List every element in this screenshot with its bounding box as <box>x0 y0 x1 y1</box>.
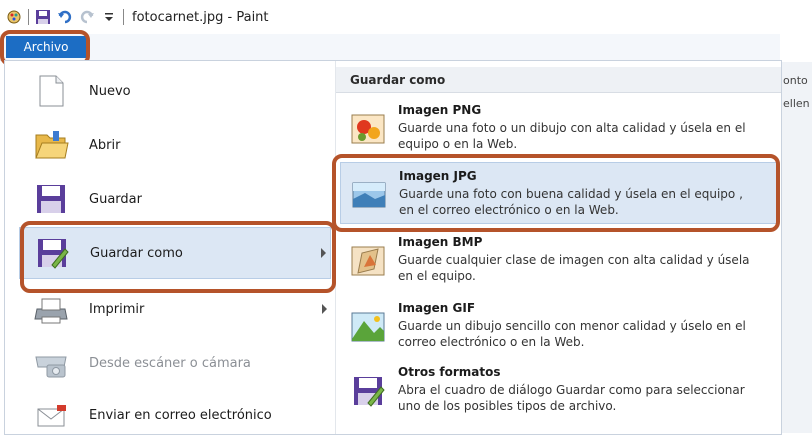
submenu-item-title: Imagen JPG <box>399 169 477 183</box>
submenu-item-desc: Guarde cualquier clase de imagen con alt… <box>398 253 750 283</box>
menu-item-label: Abrir <box>89 137 121 153</box>
submenu-item-title: Imagen PNG <box>398 103 482 117</box>
save-as-icon <box>38 239 69 269</box>
submenu-item-desc: Guarde un dibujo sencillo con menor cali… <box>398 319 746 349</box>
menu-item-label: Enviar en correo electrónico <box>89 407 272 423</box>
paint-app-icon <box>7 10 21 24</box>
submenu-item-bmp[interactable]: Imagen BMP Guarde cualquier clase de ima… <box>340 229 778 291</box>
bmp-image-icon <box>351 246 385 276</box>
chevron-right-icon <box>321 248 326 258</box>
jpg-image-icon <box>352 182 386 208</box>
chevron-right-icon <box>322 304 327 314</box>
gif-image-icon <box>351 312 385 342</box>
tab-file[interactable]: Archivo <box>6 36 86 58</box>
save-icon <box>37 185 65 213</box>
menu-item-label: Guardar como <box>90 245 183 261</box>
menu-item-new[interactable]: Nuevo <box>19 65 331 117</box>
undo-icon[interactable] <box>57 9 73 25</box>
menu-item-label: Nuevo <box>89 83 131 99</box>
menu-item-open[interactable]: Abrir <box>19 119 331 171</box>
ribbon-tab-row: Archivo <box>0 34 780 61</box>
submenu-item-desc: Abra el cuadro de diálogo Guardar como p… <box>398 383 745 413</box>
scanner-icon <box>35 356 67 378</box>
window-title: fotocarnet.jpg - Paint <box>132 9 269 25</box>
printer-icon <box>34 298 68 324</box>
submenu-item-other-formats[interactable]: Otros formatos Abra el cuadro de diálogo… <box>340 359 778 421</box>
menu-item-save[interactable]: Guardar <box>19 173 331 225</box>
menu-item-label: Desde escáner o cámara <box>89 355 251 371</box>
other-formats-icon <box>354 377 385 407</box>
open-folder-icon <box>35 131 69 159</box>
menu-item-label: Imprimir <box>89 301 145 317</box>
toolbar-separator <box>28 9 29 25</box>
save-as-submenu: Guardar como Imagen PNG Guarde una foto … <box>336 61 781 434</box>
ribbon-partial-text: onto <box>783 74 808 87</box>
submenu-header: Guardar como <box>336 67 781 93</box>
menu-item-print[interactable]: Imprimir <box>19 283 331 335</box>
menu-item-label: Guardar <box>89 191 142 207</box>
new-document-icon <box>39 75 64 107</box>
email-icon <box>37 405 66 427</box>
file-menu: Nuevo Abrir Guardar Guardar como Imprimi… <box>4 60 782 435</box>
title-bar: fotocarnet.jpg - Paint <box>0 0 780 34</box>
submenu-item-title: Otros formatos <box>398 365 501 379</box>
submenu-item-title: Imagen BMP <box>398 235 483 249</box>
chevron-down-icon[interactable] <box>101 9 117 25</box>
file-menu-commands: Nuevo Abrir Guardar Guardar como Imprimi… <box>5 61 335 434</box>
submenu-item-jpg[interactable]: Imagen JPG Guarde una foto con buena cal… <box>340 162 778 224</box>
ribbon-partial-text: ellen <box>783 97 810 110</box>
save-icon[interactable] <box>35 9 51 25</box>
submenu-item-desc: Guarde una foto con buena calidad y úsel… <box>399 187 743 217</box>
submenu-item-desc: Guarde una foto o un dibujo con alta cal… <box>398 121 746 151</box>
redo-icon[interactable] <box>79 9 95 25</box>
submenu-item-title: Imagen GIF <box>398 301 476 315</box>
ribbon-background-partial: onto ellen <box>780 62 812 433</box>
title-separator <box>123 9 124 25</box>
submenu-item-gif[interactable]: Imagen GIF Guarde un dibujo sencillo con… <box>340 295 778 357</box>
menu-item-from-scanner: Desde escáner o cámara <box>19 337 331 389</box>
menu-item-send-email[interactable]: Enviar en correo electrónico <box>19 389 331 441</box>
png-image-icon <box>351 114 385 144</box>
submenu-item-png[interactable]: Imagen PNG Guarde una foto o un dibujo c… <box>340 97 778 159</box>
menu-item-save-as[interactable]: Guardar como <box>19 227 331 279</box>
